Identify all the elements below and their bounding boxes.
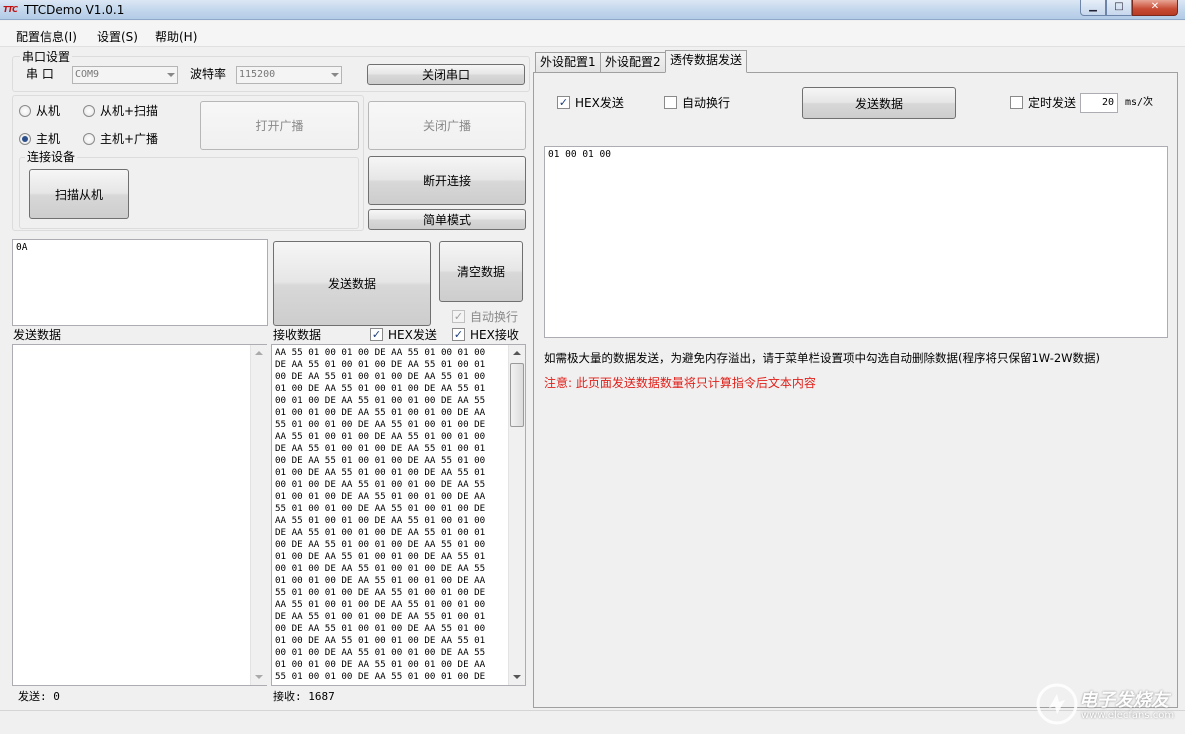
send-data-log[interactable] [12,344,267,686]
chevron-down-icon [331,73,339,77]
menu-settings[interactable]: 设置(S) [97,28,138,45]
info-text: 如需极大量的数据发送，为避免内存溢出，请于菜单栏设置项中勾选自动删除数据(程序将… [544,351,1101,365]
passthrough-text-area[interactable]: 01 00 01 00 [544,146,1168,338]
send-log-scrollbar[interactable] [250,345,267,685]
status-bar [0,710,1185,734]
auto-newline-left-label: 自动换行 [470,310,519,324]
recv-data-label: 接收数据 [273,328,322,342]
recv-data-log[interactable]: AA 55 01 00 01 00 DE AA 55 01 00 01 00 D… [271,344,526,686]
send-input[interactable]: 0A [12,239,268,326]
window-title: TTCDemo V1.0.1 [24,3,125,17]
radio-master-broadcast-label: 主机+广播 [100,132,159,146]
warning-text: 注意: 此页面发送数据数量将只计算指令后文本内容 [544,376,816,390]
scroll-up-icon [513,351,521,355]
baud-label: 波特率 [190,67,227,81]
menu-bar: 配置信息(I) 设置(S) 帮助(H) [0,21,1185,47]
hex-send-left-label: HEX发送 [388,328,437,342]
interval-unit: ms/次 [1125,97,1154,108]
close-port-button[interactable]: 关闭串口 [367,64,525,85]
hex-recv-checkbox[interactable]: ✓ [452,328,465,341]
port-select[interactable]: COM9 [72,66,178,84]
serial-settings-label: 串口设置 [20,50,73,64]
interval-input[interactable]: 20 [1080,93,1118,113]
tab-peripheral-config-1[interactable]: 外设配置1 [535,52,601,72]
send-data-label: 发送数据 [13,328,62,342]
send-data-right-button[interactable]: 发送数据 [802,87,956,119]
timed-send-checkbox[interactable]: ✓ [1010,96,1023,109]
title-bar: TTC TTCDemo V1.0.1 ▁ □ ✕ [0,0,1185,20]
recv-log-scrollbar[interactable] [508,345,525,685]
minimize-icon: ▁ [1089,1,1097,12]
close-broadcast-button[interactable]: 关闭广播 [368,101,526,150]
tab-peripheral-config-2[interactable]: 外设配置2 [600,52,666,72]
send-count: 发送: 0 [18,690,60,703]
maximize-icon: □ [1114,1,1124,12]
hex-recv-label: HEX接收 [470,328,519,342]
scroll-down-icon [255,675,263,679]
clear-data-button[interactable]: 清空数据 [439,241,523,302]
auto-newline-right-label: 自动换行 [682,96,731,110]
radio-slave-label: 从机 [36,104,61,118]
baud-select-value: 115200 [239,69,276,80]
auto-newline-left-checkbox[interactable]: ✓ [452,310,465,323]
chevron-down-icon [167,73,175,77]
open-broadcast-button[interactable]: 打开广播 [200,101,359,150]
port-select-value: COM9 [75,69,100,80]
auto-newline-right-checkbox[interactable]: ✓ [664,96,677,109]
hex-send-left-checkbox[interactable]: ✓ [370,328,383,341]
radio-slave-scan[interactable] [83,105,95,117]
tab-passthrough-send[interactable]: 透传数据发送 [665,50,748,73]
menu-help[interactable]: 帮助(H) [155,28,197,45]
close-button[interactable]: ✕ [1132,0,1178,16]
watermark-cn: 电子发烧友 [1079,690,1169,711]
elecfans-logo-icon [1036,683,1078,725]
disconnect-button[interactable]: 断开连接 [368,156,526,205]
hex-send-right-checkbox[interactable]: ✓ [557,96,570,109]
watermark-url: www.elecfans.com [1081,710,1175,721]
menu-config-info[interactable]: 配置信息(I) [16,28,77,45]
app-logo: TTC [3,5,18,14]
minimize-button[interactable]: ▁ [1080,0,1106,16]
hex-send-right-label: HEX发送 [575,96,624,110]
watermark: 电子发烧友 www.elecfans.com [1035,680,1175,728]
recv-count: 接收: 1687 [273,690,335,703]
radio-master-label: 主机 [36,132,61,146]
port-label: 串 口 [26,67,54,81]
scan-slave-button[interactable]: 扫描从机 [29,169,129,219]
connect-device-label: 连接设备 [25,150,78,164]
radio-master-broadcast[interactable] [83,133,95,145]
baud-select[interactable]: 115200 [236,66,342,84]
radio-master[interactable] [19,133,31,145]
scroll-up-icon [255,351,263,355]
timed-send-label: 定时发送 [1028,96,1077,110]
simple-mode-button[interactable]: 简单模式 [368,209,526,230]
maximize-button[interactable]: □ [1106,0,1132,16]
close-icon: ✕ [1150,1,1160,12]
radio-slave[interactable] [19,105,31,117]
radio-slave-scan-label: 从机+扫描 [100,104,159,118]
scroll-thumb[interactable] [510,363,524,427]
scroll-down-icon [513,675,521,679]
send-data-button[interactable]: 发送数据 [273,241,431,326]
